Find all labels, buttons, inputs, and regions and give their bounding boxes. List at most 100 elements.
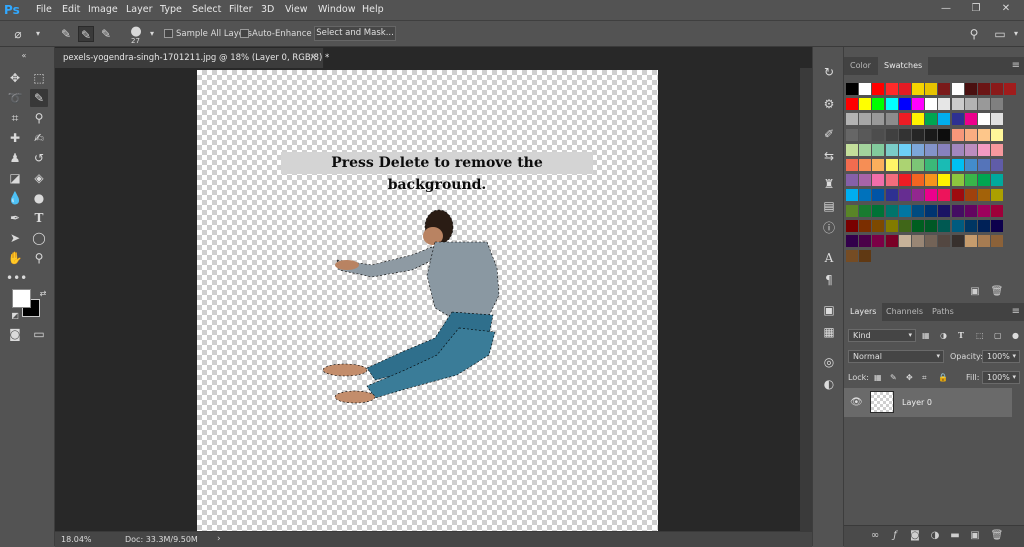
swatch[interactable] — [938, 159, 951, 171]
swatch[interactable] — [885, 98, 898, 111]
swatch[interactable] — [846, 159, 858, 171]
swatch[interactable] — [938, 83, 951, 95]
swatch[interactable] — [951, 143, 964, 156]
lock-pixels-icon[interactable]: ✎ — [890, 371, 897, 384]
swatch[interactable] — [872, 219, 885, 232]
swatch[interactable] — [978, 174, 990, 187]
swap-colors-icon[interactable]: ⇄ — [34, 285, 52, 303]
quick-selection-tool-preset-icon[interactable]: ⌀ — [10, 26, 26, 42]
swatch[interactable] — [846, 83, 858, 95]
swatch[interactable] — [991, 143, 1004, 156]
swatch[interactable] — [991, 98, 1004, 111]
styles-icon[interactable]: ◐ — [820, 375, 838, 393]
menu-window[interactable]: Window — [318, 0, 355, 20]
marquee-tool-icon[interactable]: ⬚ — [30, 69, 48, 87]
swatch[interactable] — [912, 113, 924, 126]
libraries-icon[interactable]: ▣ — [820, 301, 838, 319]
swatch[interactable] — [846, 250, 858, 263]
zoom-level[interactable]: 18.04% — [61, 532, 92, 547]
auto-enhance-checkbox[interactable] — [240, 29, 249, 38]
swatch[interactable] — [859, 189, 872, 202]
swatch[interactable] — [964, 235, 977, 247]
menu-edit[interactable]: Edit — [62, 0, 80, 20]
new-selection-icon[interactable]: ✎ — [58, 26, 74, 42]
swatch[interactable] — [846, 143, 858, 156]
swatch[interactable] — [885, 219, 898, 232]
swatch[interactable] — [925, 204, 938, 217]
swatch[interactable] — [938, 128, 951, 141]
swatch[interactable] — [912, 204, 924, 217]
swatch[interactable] — [912, 159, 924, 171]
menu-layer[interactable]: Layer — [126, 0, 153, 20]
tab-swatches[interactable]: Swatches — [878, 57, 929, 75]
swatch[interactable] — [898, 128, 911, 141]
zoom-tool-icon[interactable]: ⚲ — [30, 249, 48, 267]
swatch[interactable] — [872, 204, 885, 217]
swatch[interactable] — [898, 83, 911, 95]
swatch[interactable] — [846, 219, 858, 232]
swatch[interactable] — [846, 189, 858, 202]
swatch[interactable] — [964, 219, 977, 232]
adjustments-icon[interactable]: ⇆ — [820, 147, 838, 165]
close-icon[interactable]: ✕ — [309, 48, 317, 68]
swatch[interactable] — [885, 159, 898, 171]
swatch[interactable] — [925, 128, 938, 141]
swatch[interactable] — [991, 189, 1004, 202]
default-colors-icon[interactable]: ◩ — [6, 307, 24, 325]
minimize-button[interactable]: — — [931, 0, 961, 18]
swatch[interactable] — [912, 189, 924, 202]
filter-adjustment-icon[interactable]: ◑ — [940, 329, 947, 342]
swatch[interactable] — [859, 250, 872, 263]
screen-mode-icon[interactable]: ▭ — [30, 325, 48, 343]
menu-filter[interactable]: Filter — [229, 0, 253, 20]
swatch[interactable] — [859, 128, 872, 141]
swatch[interactable] — [912, 83, 924, 95]
properties-icon[interactable]: ⚙ — [820, 95, 838, 113]
menu-file[interactable]: File — [36, 0, 52, 20]
swatch[interactable] — [991, 219, 1004, 232]
swatch[interactable] — [912, 235, 924, 247]
swatch[interactable] — [925, 159, 938, 171]
menu-image[interactable]: Image — [88, 0, 118, 20]
pen-tool-icon[interactable]: ✒ — [6, 209, 24, 227]
swatch[interactable] — [925, 189, 938, 202]
swatch[interactable] — [872, 189, 885, 202]
swatch[interactable] — [885, 83, 898, 95]
swatch[interactable] — [964, 128, 977, 141]
swatch[interactable] — [951, 219, 964, 232]
chevron-down-icon[interactable]: ▾ — [30, 26, 46, 42]
eraser-tool-icon[interactable]: ◪ — [6, 169, 24, 187]
layer-style-icon[interactable]: ƒ — [888, 529, 902, 543]
swatch[interactable] — [846, 204, 858, 217]
swatch[interactable] — [925, 98, 938, 111]
subtract-from-selection-icon[interactable]: ✎ — [98, 26, 114, 42]
swatch[interactable] — [872, 174, 885, 187]
delete-layer-icon[interactable]: 🗑 — [990, 529, 1004, 543]
brushes-icon[interactable]: ✐ — [820, 125, 838, 143]
swatch[interactable] — [872, 113, 885, 126]
brush-tool-icon[interactable]: ✍ — [30, 129, 48, 147]
swatch[interactable] — [898, 174, 911, 187]
swatch[interactable] — [938, 189, 951, 202]
swatch[interactable] — [938, 113, 951, 126]
swatch[interactable] — [951, 98, 964, 111]
swatch[interactable] — [951, 174, 964, 187]
new-group-icon[interactable]: ▬ — [948, 529, 962, 543]
swatch[interactable] — [859, 204, 872, 217]
swatch[interactable] — [978, 113, 990, 126]
swatch[interactable] — [846, 98, 858, 111]
swatch[interactable] — [925, 219, 938, 232]
swatch[interactable] — [859, 98, 872, 111]
swatch[interactable] — [872, 98, 885, 111]
menu-help[interactable]: Help — [362, 0, 384, 20]
foreground-color-swatch[interactable] — [12, 289, 31, 308]
swatch[interactable] — [938, 219, 951, 232]
swatch[interactable] — [964, 189, 977, 202]
swatch[interactable] — [846, 174, 858, 187]
sample-all-layers-checkbox[interactable] — [164, 29, 173, 38]
swatch[interactable] — [885, 189, 898, 202]
swatch[interactable] — [859, 143, 872, 156]
menu-select[interactable]: Select — [192, 0, 221, 20]
swatch[interactable] — [898, 235, 911, 247]
swatch[interactable] — [912, 128, 924, 141]
